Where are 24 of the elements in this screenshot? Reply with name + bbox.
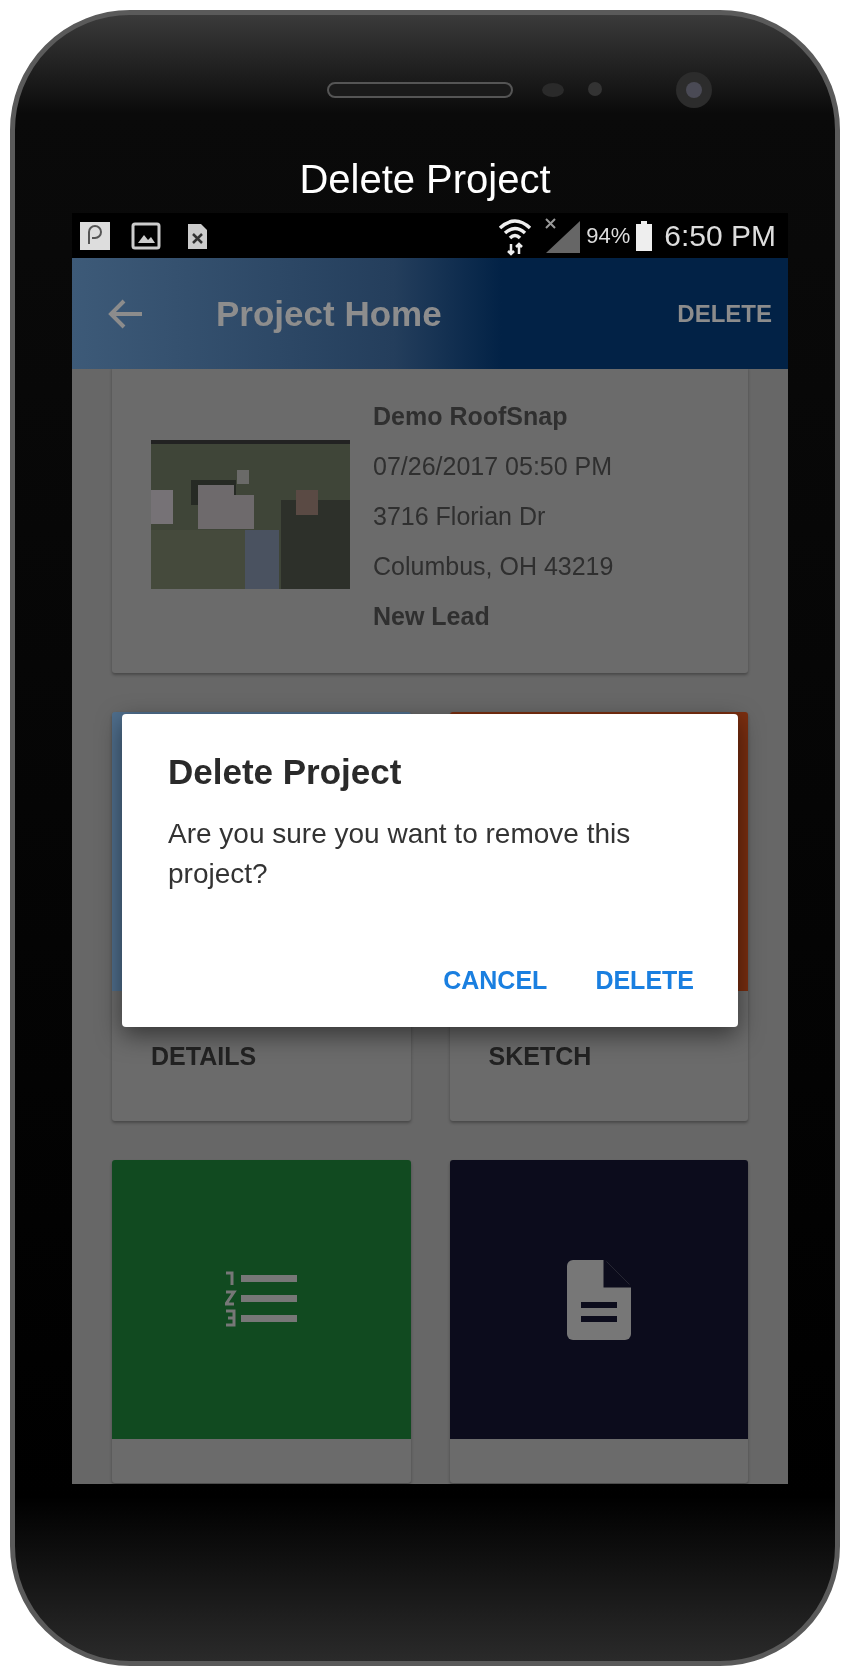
app-notification-icon (80, 221, 110, 250)
screen-title: Project Home (216, 293, 443, 334)
image-icon (131, 221, 161, 250)
delete-button[interactable]: DELETE (677, 299, 772, 328)
tile-header[interactable] (112, 1160, 411, 1439)
numbered-list-icon (225, 1270, 298, 1329)
project-address: 3716 Florian Dr (373, 501, 547, 532)
dialog-title: Delete Project (168, 752, 403, 792)
dialog-message: Are you sure you want to remove this project? (168, 817, 632, 891)
sensor-drawing (541, 82, 605, 98)
project-name: Demo RoofSnap (373, 401, 569, 432)
confirm-button[interactable]: DELETE (591, 960, 698, 1001)
document-icon (566, 1259, 631, 1340)
screen-caption: Delete Project (298, 156, 552, 203)
tile-header[interactable] (449, 1160, 748, 1439)
camera-lens (675, 71, 713, 109)
cancel-button[interactable]: CANCEL (439, 960, 552, 1001)
battery-icon (636, 220, 653, 251)
signal-icon (544, 216, 583, 255)
project-status: New Lead (373, 601, 491, 632)
project-city: Columbus, OH 43219 (373, 551, 614, 582)
clock-time: 6:50 PM (664, 218, 776, 253)
battery-percentage: 94% (586, 222, 631, 249)
project-date: 07/26/2017 05:50 PM (373, 451, 614, 482)
